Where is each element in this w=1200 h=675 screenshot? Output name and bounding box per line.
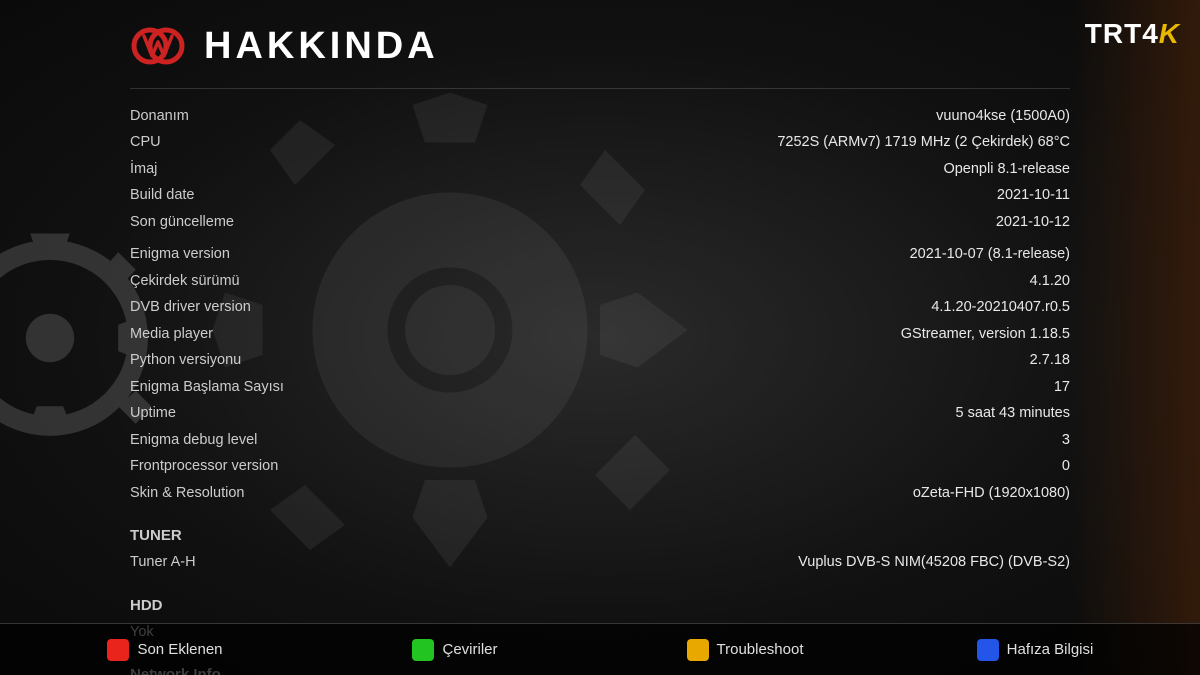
bottom-btn-label: Son Eklenen xyxy=(137,641,222,658)
row-label: Skin & Resolution xyxy=(130,482,244,504)
page-header: HAKKINDA xyxy=(130,0,1070,89)
table-row: Uptime 5 saat 43 minutes xyxy=(130,400,1070,426)
row-label: CPU xyxy=(130,131,161,153)
section-header: HDD xyxy=(130,592,1070,619)
table-row: Media player GStreamer, version 1.18.5 xyxy=(130,321,1070,347)
row-value: 2021-10-07 (8.1-release) xyxy=(910,243,1070,265)
row-value: 17 xyxy=(1054,376,1070,398)
yellow-button-dot xyxy=(687,639,709,661)
table-row: Donanım vuuno4kse (1500A0) xyxy=(130,103,1070,129)
table-row: Son güncelleme 2021-10-12 xyxy=(130,209,1070,235)
row-label: Frontprocessor version xyxy=(130,455,278,477)
row-value: 7252S (ARMv7) 1719 MHz (2 Çekirdek) 68°C xyxy=(777,131,1070,153)
row-label: Donanım xyxy=(130,105,189,127)
bottom-btn-çeviriler[interactable]: Çeviriler xyxy=(310,639,600,661)
bottom-btn-son-eklenen[interactable]: Son Eklenen xyxy=(20,639,310,661)
section-header-label: TUNER xyxy=(130,524,182,547)
trt-logo: TRT4K xyxy=(1085,18,1180,50)
table-row: Skin & Resolution oZeta-FHD (1920x1080) xyxy=(130,480,1070,506)
table-row: Enigma Başlama Sayısı 17 xyxy=(130,374,1070,400)
row-label: Python versiyonu xyxy=(130,349,241,371)
section-header: TUNER xyxy=(130,522,1070,549)
row-label: Uptime xyxy=(130,402,176,424)
row-label: Enigma version xyxy=(130,243,230,265)
row-value: vuuno4kse (1500A0) xyxy=(936,105,1070,127)
row-label: Enigma debug level xyxy=(130,429,257,451)
green-button-dot xyxy=(412,639,434,661)
row-value: 2021-10-11 xyxy=(997,184,1070,206)
table-row: Tuner A-H Vuplus DVB-S NIM(45208 FBC) (DV… xyxy=(130,549,1070,575)
row-label: Media player xyxy=(130,323,213,345)
row-value: 5 saat 43 minutes xyxy=(956,402,1070,424)
bottom-bar: Son Eklenen Çeviriler Troubleshoot Hafıza B… xyxy=(0,623,1200,675)
row-label: Çekirdek sürümü xyxy=(130,270,240,292)
table-row: İmaj Openpli 8.1-release xyxy=(130,156,1070,182)
row-value: oZeta-FHD (1920x1080) xyxy=(913,482,1070,504)
bottom-btn-label: Troubleshoot xyxy=(717,641,804,658)
row-label: İmaj xyxy=(130,158,157,180)
table-row: DVB driver version 4.1.20-20210407.r0.5 xyxy=(130,294,1070,320)
table-row: Çekirdek sürümü 4.1.20 xyxy=(130,268,1070,294)
table-row: Build date 2021-10-11 xyxy=(130,182,1070,208)
row-value: 4.1.20-20210407.r0.5 xyxy=(931,296,1070,318)
table-row: Python versiyonu 2.7.18 xyxy=(130,347,1070,373)
bottom-btn-hafıza-bilgisi[interactable]: Hafıza Bilgisi xyxy=(890,639,1180,661)
trt-k: K xyxy=(1159,18,1180,49)
table-row: Frontprocessor version 0 xyxy=(130,453,1070,479)
row-label: Son güncelleme xyxy=(130,211,234,233)
row-value: GStreamer, version 1.18.5 xyxy=(901,323,1070,345)
section-header-label: HDD xyxy=(130,594,163,617)
row-value: Vuplus DVB-S NIM(45208 FBC) (DVB-S2) xyxy=(798,551,1070,573)
row-value: 3 xyxy=(1062,429,1070,451)
row-label: Tuner A-H xyxy=(130,551,196,573)
vuplus-logo-icon xyxy=(130,18,186,74)
row-label: Enigma Başlama Sayısı xyxy=(130,376,284,398)
bottom-btn-label: Çeviriler xyxy=(442,641,497,658)
bottom-btn-label: Hafıza Bilgisi xyxy=(1007,641,1094,658)
row-value: 0 xyxy=(1062,455,1070,477)
bottom-btn-troubleshoot[interactable]: Troubleshoot xyxy=(600,639,890,661)
row-label: Build date xyxy=(130,184,195,206)
table-row: CPU 7252S (ARMv7) 1719 MHz (2 Çekirdek) 6… xyxy=(130,129,1070,155)
right-panel-decoration xyxy=(1070,0,1200,675)
row-value: 2021-10-12 xyxy=(996,211,1070,233)
blue-button-dot xyxy=(977,639,999,661)
table-row: Enigma debug level 3 xyxy=(130,427,1070,453)
row-value: Openpli 8.1-release xyxy=(943,158,1070,180)
red-button-dot xyxy=(107,639,129,661)
row-value: 2.7.18 xyxy=(1030,349,1070,371)
row-value: 4.1.20 xyxy=(1030,270,1070,292)
info-table: Donanım vuuno4kse (1500A0) CPU 7252S (ARMv7… xyxy=(130,99,1070,675)
table-row: Enigma version 2021-10-07 (8.1-release) xyxy=(130,241,1070,267)
row-label: DVB driver version xyxy=(130,296,251,318)
page-title: HAKKINDA xyxy=(204,25,439,68)
trt-number: 4 xyxy=(1142,18,1159,49)
main-content: HAKKINDA Donanım vuuno4kse (1500A0) CPU 725… xyxy=(130,0,1070,675)
trt-text: TRT xyxy=(1085,18,1142,49)
